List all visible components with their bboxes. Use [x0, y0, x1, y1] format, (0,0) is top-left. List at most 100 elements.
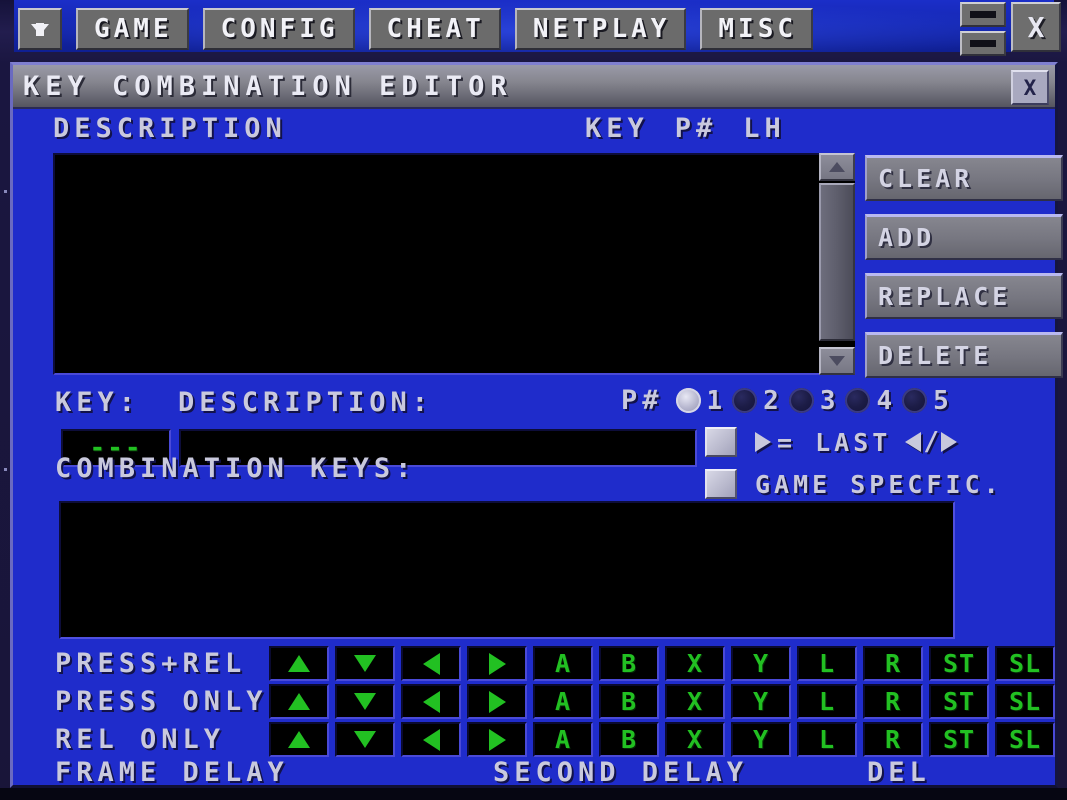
release-only-label: REL ONLY	[55, 724, 226, 755]
pad-b-press-only[interactable]: B	[599, 684, 659, 719]
pad-r-rel-only[interactable]: R	[863, 722, 923, 757]
pad-up-rel-only[interactable]	[269, 722, 329, 757]
pad-up-press-only[interactable]	[269, 684, 329, 719]
press-and-release-row: PRESS+REL A B X Y L R ST SL	[13, 645, 1055, 682]
pad-l-press-rel[interactable]: L	[797, 646, 857, 681]
desktop-speck-1	[4, 190, 7, 193]
pad-r-press-rel[interactable]: R	[863, 646, 923, 681]
left-right-arrows-icon: /	[905, 427, 957, 457]
header-description: DESCRIPTION	[53, 113, 287, 144]
game-specific-checkbox[interactable]	[705, 469, 737, 499]
radio-icon-4	[845, 388, 871, 413]
player-number-option-2[interactable]: 2	[732, 386, 779, 416]
pad-l-rel-only[interactable]: L	[797, 722, 857, 757]
combination-keys-value	[61, 503, 953, 509]
desktop-speck-2	[4, 468, 7, 471]
pad-x-press-only[interactable]: X	[665, 684, 725, 719]
player-number-label-2: 2	[763, 385, 779, 416]
pad-start-rel-only[interactable]: ST	[929, 722, 989, 757]
frame-delay-label: FRAME DELAY	[55, 757, 289, 788]
action-buttons: CLEAR ADD REPLACE DELETE	[865, 155, 1063, 378]
dpad-right-icon	[488, 652, 506, 675]
press-and-release-label: PRESS+REL	[55, 648, 247, 679]
last-checkbox-row: = LAST /	[705, 427, 957, 457]
add-button[interactable]: ADD	[865, 214, 1063, 260]
list-header: DESCRIPTION KEY P# LH	[53, 113, 1033, 144]
player-number-option-1[interactable]: 1	[675, 385, 723, 416]
pad-up-press-rel[interactable]	[269, 646, 329, 681]
emulator-screen: GAME CONFIG CHEAT NETPLAY MISC X KEY COM…	[0, 0, 1067, 800]
player-number-option-3[interactable]: 3	[788, 385, 836, 416]
dpad-down-icon	[354, 655, 376, 672]
menu-game[interactable]: GAME	[76, 8, 189, 50]
dpad-right-icon	[488, 690, 506, 713]
player-number-label-1: 1	[706, 385, 723, 416]
player-number-label-3: 3	[819, 385, 836, 416]
pad-y-press-rel[interactable]: Y	[731, 646, 791, 681]
menu-dropdown-button[interactable]	[18, 8, 62, 50]
clear-button[interactable]: CLEAR	[865, 155, 1063, 201]
list-scrollbar[interactable]	[819, 153, 855, 375]
pad-left-rel-only[interactable]	[401, 722, 461, 757]
radio-icon-2	[732, 388, 758, 413]
description-field-label: DESCRIPTION:	[178, 387, 434, 418]
header-lh: LH	[743, 113, 786, 144]
player-number-selector: P# 1 2 3 4 5	[621, 385, 959, 416]
pad-select-press-rel[interactable]: SL	[995, 646, 1055, 681]
pad-select-rel-only[interactable]: SL	[995, 722, 1055, 757]
del-label: DEL	[867, 757, 931, 788]
pad-right-press-only[interactable]	[467, 684, 527, 719]
last-checkbox[interactable]	[705, 427, 737, 457]
player-number-option-4[interactable]: 4	[845, 386, 892, 416]
pad-right-rel-only[interactable]	[467, 722, 527, 757]
pad-down-press-only[interactable]	[335, 684, 395, 719]
scroll-down-button[interactable]	[819, 347, 855, 375]
menu-misc[interactable]: MISC	[700, 8, 814, 50]
dialog-title-bar[interactable]: KEY COMBINATION EDITOR X	[13, 65, 1055, 109]
second-delay-label: SECOND DELAY	[493, 757, 749, 788]
pad-r-press-only[interactable]: R	[863, 684, 923, 719]
pad-down-rel-only[interactable]	[335, 722, 395, 757]
player-number-label-4: 4	[876, 385, 893, 416]
pad-x-press-rel[interactable]: X	[665, 646, 725, 681]
dpad-down-icon	[354, 693, 376, 710]
menu-netplay[interactable]: NETPLAY	[514, 8, 687, 50]
pad-right-press-rel[interactable]	[467, 646, 527, 681]
pad-x-rel-only[interactable]: X	[665, 722, 725, 757]
pad-y-press-only[interactable]: Y	[731, 684, 791, 719]
pad-left-press-only[interactable]	[401, 684, 461, 719]
pad-b-press-rel[interactable]: B	[599, 646, 659, 681]
pad-a-press-only[interactable]: A	[533, 684, 593, 719]
menu-config[interactable]: CONFIG	[202, 8, 355, 50]
restore-button[interactable]	[960, 2, 1006, 27]
pad-y-rel-only[interactable]: Y	[731, 722, 791, 757]
game-specific-checkbox-row: GAME SPECFIC.	[705, 469, 1003, 499]
scroll-thumb[interactable]	[819, 183, 855, 341]
menu-cheat[interactable]: CHEAT	[368, 8, 501, 50]
scroll-up-arrow-icon	[829, 162, 845, 172]
dpad-up-icon	[288, 731, 310, 748]
dpad-left-icon	[422, 652, 440, 675]
dialog-close-button[interactable]: X	[1011, 70, 1049, 105]
pad-l-press-only[interactable]: L	[797, 684, 857, 719]
combination-list[interactable]	[53, 153, 843, 375]
dpad-left-icon	[422, 728, 440, 751]
pad-start-press-only[interactable]: ST	[929, 684, 989, 719]
delete-button[interactable]: DELETE	[865, 332, 1063, 378]
pad-a-press-rel[interactable]: A	[533, 646, 593, 681]
pad-b-rel-only[interactable]: B	[599, 722, 659, 757]
replace-button[interactable]: REPLACE	[865, 273, 1063, 319]
close-window-button[interactable]: X	[1011, 2, 1061, 52]
pad-start-press-rel[interactable]: ST	[929, 646, 989, 681]
game-specific-label: GAME SPECFIC.	[755, 469, 1003, 499]
pad-a-rel-only[interactable]: A	[533, 722, 593, 757]
player-number-option-5[interactable]: 5	[902, 386, 949, 416]
pad-down-press-rel[interactable]	[335, 646, 395, 681]
press-only-row: PRESS ONLY A B X Y L R ST SL	[13, 683, 1055, 720]
minimize-button[interactable]	[960, 31, 1006, 56]
pad-left-press-rel[interactable]	[401, 646, 461, 681]
pad-select-press-only[interactable]: SL	[995, 684, 1055, 719]
combination-keys-label: COMBINATION KEYS:	[55, 453, 417, 484]
combination-keys-input[interactable]	[59, 501, 955, 639]
scroll-up-button[interactable]	[819, 153, 855, 181]
